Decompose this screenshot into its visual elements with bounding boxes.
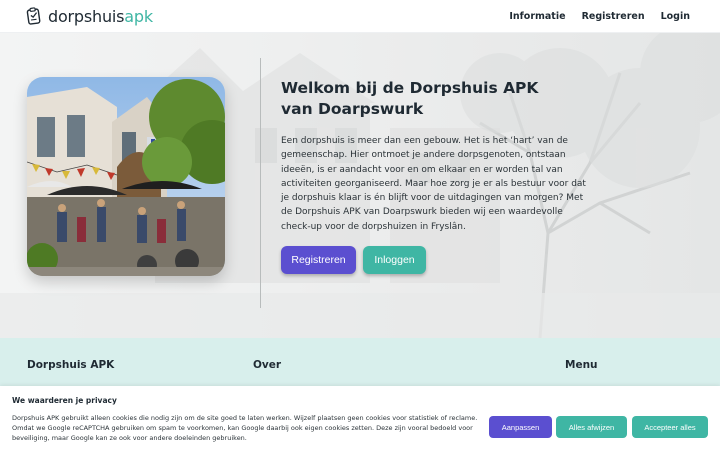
cookie-reject-all-button[interactable]: Alles afwijzen: [556, 416, 627, 438]
login-button[interactable]: Inloggen: [363, 246, 426, 274]
dorpshuis-photo: [27, 77, 225, 276]
nav-registreren[interactable]: Registreren: [582, 11, 645, 22]
clipboard-logo-icon: [26, 7, 41, 25]
footer-title-dorpshuis-apk: Dorpshuis APK: [27, 359, 115, 371]
logo-text-main: dorpshuis: [48, 6, 125, 26]
village-hall-photo-image: [27, 77, 225, 276]
cookie-adjust-button[interactable]: Aanpassen: [489, 416, 552, 438]
site-header: dorpshuisapk Informatie Registreren Logi…: [0, 0, 720, 33]
nav-login[interactable]: Login: [661, 11, 690, 22]
site-logo[interactable]: dorpshuisapk: [26, 7, 153, 26]
logo-wordmark: dorpshuisapk: [48, 7, 153, 26]
cookie-consent-bar: We waarderen je privacy Dorpshuis APK ge…: [0, 386, 720, 450]
hero-title-line2: van Doarpswurk: [281, 100, 424, 118]
cookie-text: Dorpshuis APK gebruikt alleen cookies di…: [12, 414, 478, 442]
logo-text-accent: apk: [124, 6, 153, 26]
footer-title-menu: Menu: [565, 359, 598, 371]
cookie-accept-all-button[interactable]: Accepteer alles: [632, 416, 708, 438]
cookie-title: We waarderen je privacy: [12, 396, 117, 405]
hero-description: Een dorpshuis is meer dan een gebouw. He…: [281, 136, 586, 232]
main-nav: Informatie Registreren Login: [509, 11, 690, 22]
footer-title-over: Over: [253, 359, 282, 371]
nav-informatie[interactable]: Informatie: [509, 11, 565, 22]
register-button[interactable]: Registreren: [281, 246, 356, 274]
hero-section: Welkom bij de Dorpshuis APK van Doarpswu…: [0, 33, 720, 338]
hero-title-line1: Welkom bij de Dorpshuis APK: [281, 79, 539, 97]
hero-title: Welkom bij de Dorpshuis APK van Doarpswu…: [281, 78, 581, 120]
hero-divider: [260, 58, 261, 308]
